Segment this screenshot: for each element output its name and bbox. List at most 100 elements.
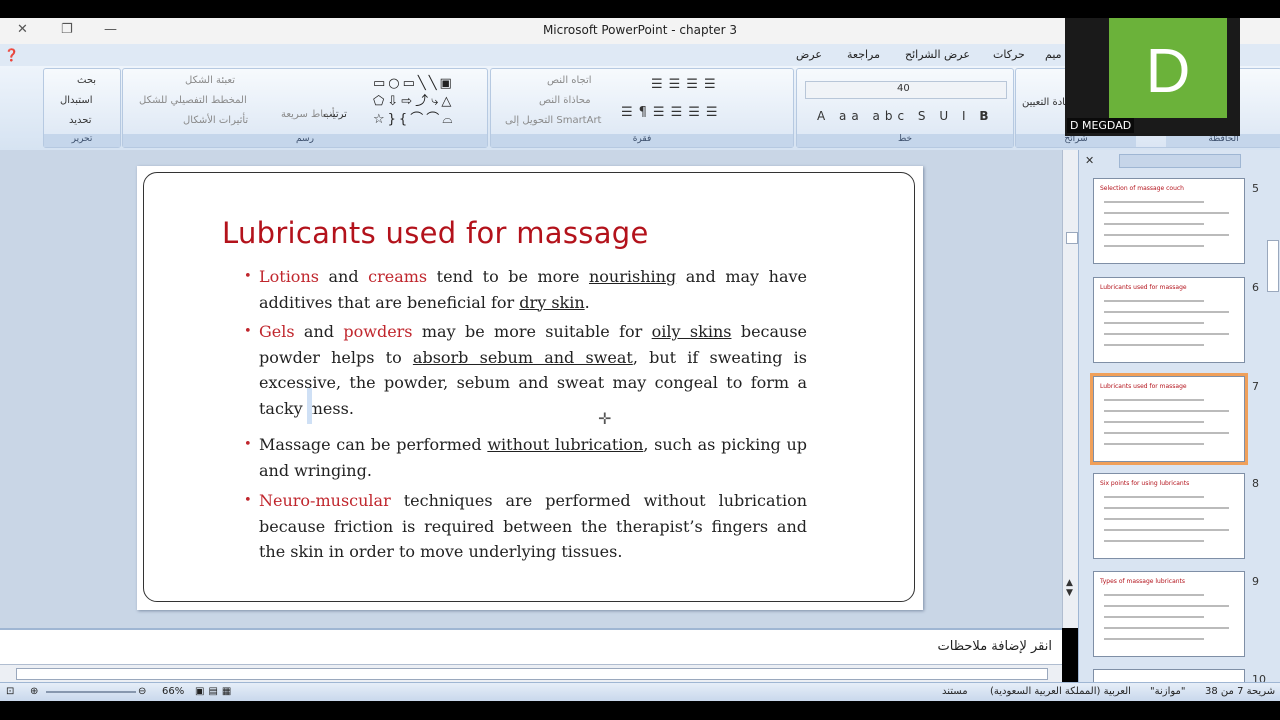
smartart-button[interactable]: التحويل إلى SmartArt [505, 115, 601, 126]
shape-effects-button[interactable]: تأثيرات الأشكال [183, 115, 248, 126]
bullet-text-run: and [318, 267, 369, 286]
help-icon[interactable]: ❓ [4, 48, 19, 62]
zoom-level[interactable]: 66% [162, 686, 184, 697]
drawing-group: تعبئة الشكل المخطط التفصيلي للشكل تأثيرا… [122, 68, 488, 148]
zoom-in-icon[interactable]: ⊕ [30, 686, 38, 697]
tab-view[interactable]: عرض [796, 48, 822, 61]
drawing-group-label: رسم [123, 134, 487, 147]
slide-vertical-scrollbar[interactable]: ▲ ▼ [1062, 150, 1079, 628]
bullet-text-run: Lotions [259, 267, 319, 286]
notes-pane[interactable]: انقر لإضافة ملاحظات [0, 628, 1062, 666]
scroll-thumb[interactable] [1066, 232, 1078, 244]
select-button[interactable]: تحديد [69, 115, 92, 126]
thumbnail-text-line [1104, 540, 1204, 542]
close-pane-icon[interactable]: ✕ [1085, 154, 1094, 167]
prev-slide-icon[interactable]: ▲ ▼ [1066, 578, 1073, 598]
notes-placeholder[interactable]: انقر لإضافة ملاحظات [938, 639, 1052, 654]
thumbnail-text-line [1104, 443, 1204, 445]
thumbnail-text-line [1104, 234, 1229, 236]
theme-name: "موازنة" [1150, 686, 1186, 697]
shapes-gallery[interactable]: ▭○▭╲╲▣ ⬠⇩⇨⤴⤷△ ☆}{⌒⌒⌓ [373, 75, 481, 127]
list-buttons[interactable]: ☰☰☰☰ [651, 77, 722, 92]
bullet-text-run: and [294, 322, 344, 341]
bullet-4[interactable]: • Neuro-muscular techniques are performed… [244, 488, 807, 565]
bullet-text-run: absorb sebum and sweat [412, 347, 633, 367]
paragraph-group-label: فقرة [491, 134, 793, 147]
thumbnail-text-line [1104, 223, 1204, 225]
bullet-icon: • [244, 324, 252, 339]
tab-slideshow[interactable]: عرض الشرائح [905, 48, 970, 61]
editing-group: بحث استبدال تحديد تحرير [43, 68, 121, 148]
slide-thumbnail[interactable]: Types of massage lubricants [1093, 571, 1245, 657]
outline-slides-tabs[interactable] [1119, 154, 1241, 168]
bullet-1[interactable]: • Lotions and creams tend to be more nour… [244, 264, 807, 315]
thumbnail-text-line [1104, 616, 1204, 618]
thumbnail-text-line [1104, 344, 1204, 346]
find-button[interactable]: بحث [77, 75, 96, 86]
bullet-text-run: tend to be more [427, 267, 589, 286]
thumbnail-text-line [1104, 212, 1229, 214]
shape-outline-button[interactable]: المخطط التفصيلي للشكل [139, 95, 247, 106]
bullet-text-run: without lubrication [487, 435, 644, 454]
tab-review[interactable]: مراجعة [847, 48, 880, 61]
bullet-text-run: Massage can be performed [259, 435, 488, 454]
arrange-button[interactable]: ترتيب [323, 109, 347, 120]
view-buttons[interactable]: ▣▤▦ [195, 686, 235, 697]
replace-button[interactable]: استبدال [60, 95, 93, 106]
paragraph-group: اتجاه النص محاذاة النص التحويل إلى Smart… [490, 68, 794, 148]
slide-canvas[interactable]: Lubricants used for massage • Lotions and… [137, 166, 923, 610]
thumbnail-title: Lubricants used for massage [1100, 284, 1187, 291]
font-group-label: خط [797, 134, 1013, 147]
thumbnail-text-line [1104, 322, 1204, 324]
bullet-text-run: oily skins [651, 322, 732, 341]
thumbnail-number: 5 [1252, 182, 1259, 195]
bullet-text-run: powders [343, 322, 413, 341]
thumbnail-number: 8 [1252, 477, 1259, 490]
thumbnail-text-line [1104, 333, 1229, 335]
zoom-slider[interactable] [46, 691, 136, 693]
thumbnail-text-line [1104, 627, 1229, 629]
bullet-2[interactable]: • Gels and powders may be more suitable f… [244, 319, 807, 421]
thumbnail-text-line [1104, 245, 1204, 247]
slide-thumbnail[interactable]: Six points for using lubricants [1093, 473, 1245, 559]
thumbnail-text-line [1104, 421, 1204, 423]
shape-fill-button[interactable]: تعبئة الشكل [185, 75, 235, 86]
text-direction-button[interactable]: اتجاه النص [547, 75, 592, 86]
thumbnail-title: Lubricants used for massage [1100, 383, 1187, 390]
status-bar: شريحة 7 من 38 "موازنة" العربية (المملكة … [0, 682, 1280, 701]
slide-thumbnail[interactable]: Selection of massage couch [1093, 178, 1245, 264]
participant-name: D MEGDAD [1067, 118, 1135, 133]
thumbnail-number: 7 [1252, 380, 1259, 393]
font-format-buttons[interactable]: A aa abc S U I B [817, 109, 993, 123]
thumbnail-text-line [1104, 432, 1229, 434]
thumbnail-number: 9 [1252, 575, 1259, 588]
horizontal-scrollbar[interactable] [0, 664, 1062, 683]
font-size-box[interactable]: 40 [897, 83, 910, 94]
move-cursor-icon: ✛ [598, 409, 612, 428]
bullet-text-run: may be more suitable for [412, 322, 652, 341]
bullet-3[interactable]: • Massage can be performed without lubric… [244, 432, 807, 483]
slide-thumbnail[interactable] [1093, 669, 1245, 683]
tab-animations[interactable]: حركات [993, 48, 1025, 61]
slide-thumbnail[interactable]: Lubricants used for massage [1093, 277, 1245, 363]
bullet-icon: • [244, 269, 252, 284]
thumbnail-text-line [1104, 399, 1204, 401]
webcam-overlay: D D MEGDAD [1065, 18, 1240, 136]
alignment-buttons[interactable]: ☰¶☰☰☰☰ [621, 105, 724, 120]
thumbnail-text-line [1104, 529, 1229, 531]
thumbnail-text-line [1104, 300, 1204, 302]
zoom-out-icon[interactable]: ⊖ [138, 686, 146, 697]
participant-tile: D [1109, 18, 1227, 118]
hscroll-thumb[interactable] [16, 668, 1048, 680]
thumb-scroll-thumb[interactable] [1267, 240, 1279, 292]
thumbnail-number: 6 [1252, 281, 1259, 294]
thumbnail-text-line [1104, 311, 1229, 313]
bullet-text-run: dry skin [519, 292, 585, 312]
slide-title[interactable]: Lubricants used for massage [222, 216, 649, 250]
fit-window-icon[interactable]: ⊡ [6, 686, 14, 697]
bullet-text-run: Gels [259, 322, 295, 341]
ready-indicator: مستند [942, 686, 968, 697]
tab-design[interactable]: ميم [1045, 48, 1062, 61]
align-text-button[interactable]: محاذاة النص [539, 95, 591, 106]
slide-thumbnail[interactable]: Lubricants used for massage [1090, 373, 1248, 465]
